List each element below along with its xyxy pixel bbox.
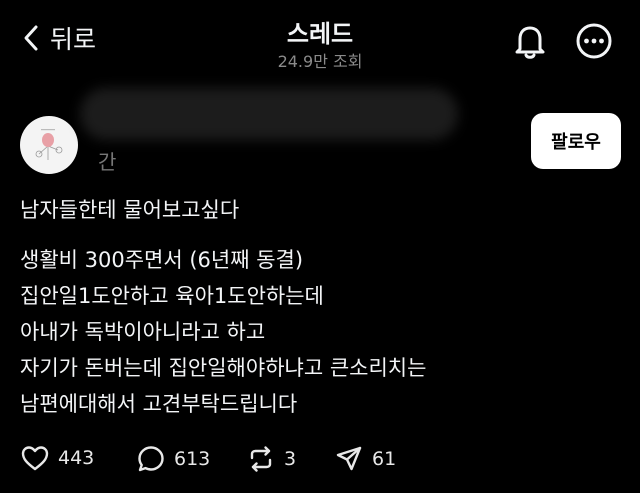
comment-icon: [138, 446, 164, 472]
post-body-line: 생활비 300주면서 (6년째 동결): [20, 248, 304, 272]
send-icon: [336, 446, 362, 471]
like-button[interactable]: 443: [20, 444, 94, 472]
avatar-image: [35, 129, 63, 160]
notifications-button[interactable]: [512, 22, 548, 64]
heart-icon: [21, 446, 49, 471]
comment-button[interactable]: 613: [136, 444, 210, 474]
repost-icon: [250, 446, 272, 472]
username[interactable]: 간: [98, 146, 116, 175]
avatar[interactable]: [20, 116, 78, 174]
share-button[interactable]: 61: [334, 444, 396, 474]
share-count: 61: [372, 448, 397, 470]
post-body-line: 아내가 독박이아니라고 하고: [20, 320, 266, 344]
follow-button[interactable]: 팔로우: [531, 113, 621, 169]
bell-icon: [515, 26, 545, 59]
post-body-line: 자기가 돈버는데 집안일해야하냐고 큰소리치는: [20, 356, 427, 380]
like-count: 443: [58, 447, 95, 469]
redacted-name: [80, 88, 458, 140]
comment-count: 613: [174, 448, 211, 470]
post-body-line: 집안일1도안하고 육아1도안하는데: [20, 284, 324, 308]
more-icon: [576, 23, 612, 59]
repost-button[interactable]: 3: [246, 444, 296, 474]
post-body-line: 남편에대해서 고견부탁드립니다: [20, 392, 298, 416]
post-body: 생활비 300주면서 (6년째 동결) 집안일1도안하고 육아1도안하는데 아내…: [20, 242, 426, 422]
post-first-line: 남자들한테 물어보고싶다: [20, 198, 240, 222]
more-button[interactable]: [575, 22, 613, 64]
repost-count: 3: [284, 448, 297, 470]
